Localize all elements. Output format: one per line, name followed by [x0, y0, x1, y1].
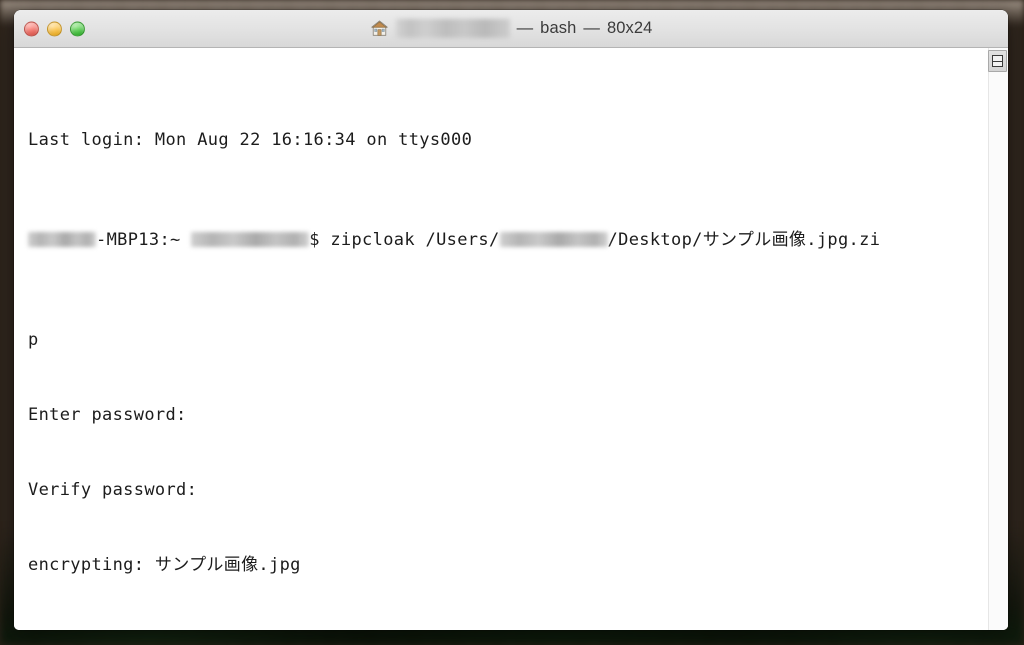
- terminal-line-prompt-command: -MBP13:~ $ zipcloak /Users/ /Desktop/サンプル…: [28, 228, 982, 253]
- split-pane-icon[interactable]: [988, 50, 1007, 72]
- terminal-output[interactable]: Last login: Mon Aug 22 16:16:34 on ttys0…: [28, 53, 982, 630]
- close-button[interactable]: [24, 21, 39, 36]
- command-part-2: /Desktop/サンプル画像.jpg.zi: [607, 230, 881, 250]
- minimize-button[interactable]: [47, 21, 62, 36]
- title-window-size: 80x24: [606, 19, 653, 37]
- window-controls: [24, 21, 85, 36]
- redacted-hostname: [28, 232, 96, 247]
- redacted-username: [191, 232, 310, 247]
- title-bar[interactable]: — bash — 80x24: [14, 10, 1008, 48]
- title-app-name: bash: [540, 19, 577, 37]
- terminal-line: p: [28, 330, 39, 350]
- terminal-line-enter-password: Enter password:: [28, 405, 187, 425]
- terminal-line-warning: zipcloak warning: Local Entry CRC does n…: [28, 628, 982, 630]
- terminal-line-verify-password: Verify password:: [28, 480, 198, 500]
- terminal-body[interactable]: Last login: Mon Aug 22 16:16:34 on ttys0…: [14, 48, 1008, 630]
- vertical-scrollbar[interactable]: [988, 48, 1008, 630]
- title-separator-2: —: [583, 19, 600, 37]
- home-icon: [370, 19, 389, 38]
- terminal-line: encrypting: サンプル画像.jpg: [28, 555, 301, 575]
- terminal-window[interactable]: — bash — 80x24 Last login: Mon Aug 22 16…: [14, 10, 1008, 630]
- prompt-host-suffix: -MBP13:~: [96, 230, 192, 250]
- redacted-path-username: [499, 232, 608, 247]
- window-title: — bash — 80x24: [370, 19, 653, 38]
- zoom-button[interactable]: [70, 21, 85, 36]
- redacted-username-title: [395, 19, 510, 38]
- terminal-line: Last login: Mon Aug 22 16:16:34 on ttys0…: [28, 130, 473, 150]
- title-separator-1: —: [516, 19, 534, 37]
- command-part-1: $ zipcloak /Users/: [309, 230, 500, 250]
- split-pane-glyph: [992, 55, 1003, 67]
